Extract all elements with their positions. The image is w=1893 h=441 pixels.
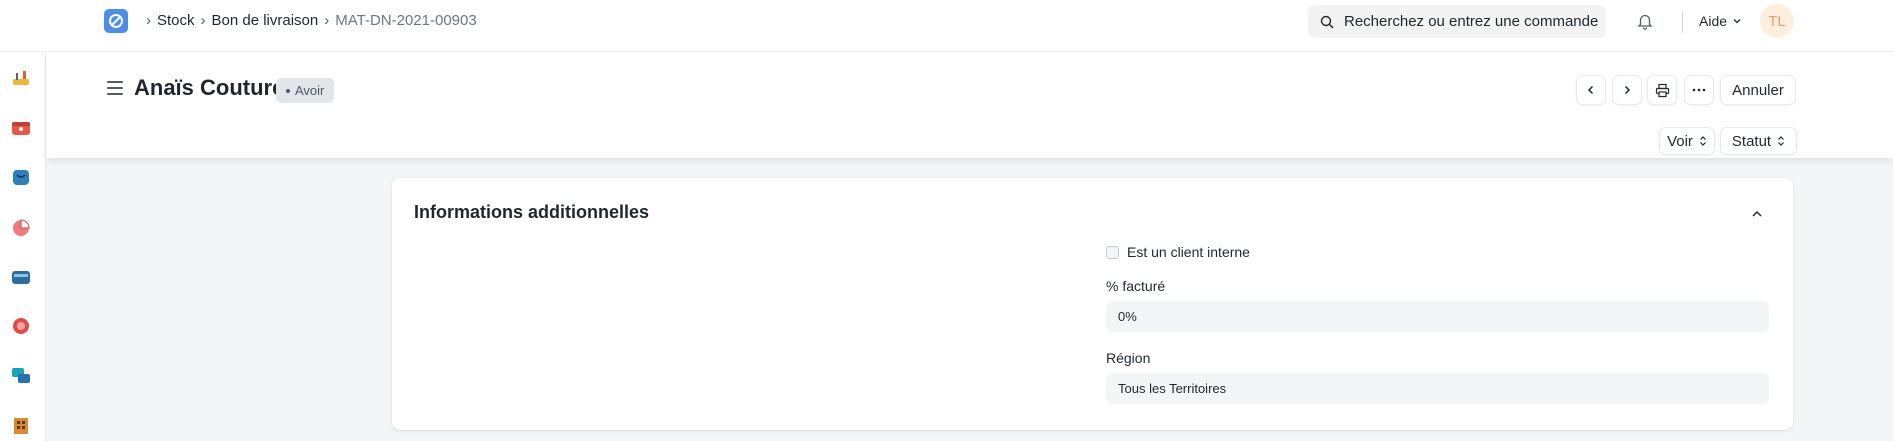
more-actions-button[interactable] <box>1684 75 1714 105</box>
bell-icon[interactable] <box>1636 12 1654 30</box>
ellipsis-icon <box>1692 88 1706 92</box>
chat-icon[interactable] <box>10 365 32 387</box>
internal-customer-checkbox[interactable] <box>1106 245 1119 259</box>
status-badge: Avoir <box>276 78 335 103</box>
status-label: Avoir <box>295 83 325 98</box>
cancel-button[interactable]: Annuler <box>1720 75 1796 105</box>
breadcrumb-stock[interactable]: Stock <box>157 12 195 29</box>
breadcrumb: › Stock › Bon de livraison › MAT-DN-2021… <box>140 12 477 29</box>
tools-icon[interactable] <box>10 68 32 90</box>
chevron-up-icon[interactable] <box>1750 207 1764 221</box>
app-logo-icon[interactable] <box>104 9 128 33</box>
view-label: Voir <box>1667 132 1693 150</box>
building-icon[interactable] <box>10 414 32 436</box>
status-dropdown[interactable]: Statut <box>1720 127 1797 155</box>
headset-icon[interactable] <box>10 315 32 337</box>
wallet-icon[interactable] <box>10 266 32 288</box>
previous-button[interactable] <box>1576 75 1606 105</box>
print-button[interactable] <box>1647 75 1677 105</box>
region-label: Région <box>1106 350 1151 366</box>
billed-label: % facturé <box>1106 278 1166 294</box>
shop-icon[interactable] <box>10 117 32 139</box>
printer-icon <box>1655 83 1669 97</box>
chevron-left-icon <box>1587 85 1594 95</box>
chevron-right-icon: › <box>200 12 206 29</box>
status-dot-icon <box>286 88 290 93</box>
search-input[interactable]: Recherchez ou entrez une commande <box>1308 5 1606 38</box>
breadcrumb-delivery-note[interactable]: Bon de livraison <box>212 12 319 29</box>
chevron-right-icon: › <box>324 12 330 29</box>
internal-customer-label: Est un client interne <box>1127 244 1250 260</box>
avatar[interactable]: TL <box>1760 4 1794 38</box>
view-dropdown[interactable]: Voir <box>1659 127 1715 155</box>
additional-info-section: Informations additionnelles Est un clien… <box>392 178 1793 430</box>
next-button[interactable] <box>1612 75 1642 105</box>
navbar-divider <box>1682 11 1683 33</box>
breadcrumb-current[interactable]: MAT-DN-2021-00903 <box>335 12 476 29</box>
sort-icon <box>1699 136 1706 146</box>
bag-icon[interactable] <box>10 166 32 188</box>
pie-chart-icon[interactable] <box>10 216 32 238</box>
region-field[interactable] <box>1106 373 1769 404</box>
chevron-down-icon <box>1733 19 1741 24</box>
help-label: Aide <box>1699 13 1728 29</box>
help-dropdown[interactable]: Aide <box>1699 13 1742 29</box>
page-header: Anaïs Couture Avoir Annuler Voir Statut <box>46 52 1893 158</box>
menu-icon[interactable] <box>107 81 123 99</box>
billed-field[interactable] <box>1106 301 1769 332</box>
sidebar <box>0 52 46 441</box>
search-icon <box>1320 15 1334 28</box>
page-title: Anaïs Couture <box>134 75 285 100</box>
section-title: Informations additionnelles <box>414 202 650 222</box>
chevron-right-icon <box>1624 85 1631 95</box>
status-dropdown-label: Statut <box>1731 132 1772 150</box>
top-navbar: › Stock › Bon de livraison › MAT-DN-2021… <box>0 0 1893 52</box>
sort-icon <box>1778 136 1785 146</box>
internal-customer-field: Est un client interne <box>1106 244 1250 260</box>
chevron-right-icon: › <box>146 12 151 29</box>
search-placeholder: Recherchez ou entrez une commande <box>1344 13 1599 30</box>
